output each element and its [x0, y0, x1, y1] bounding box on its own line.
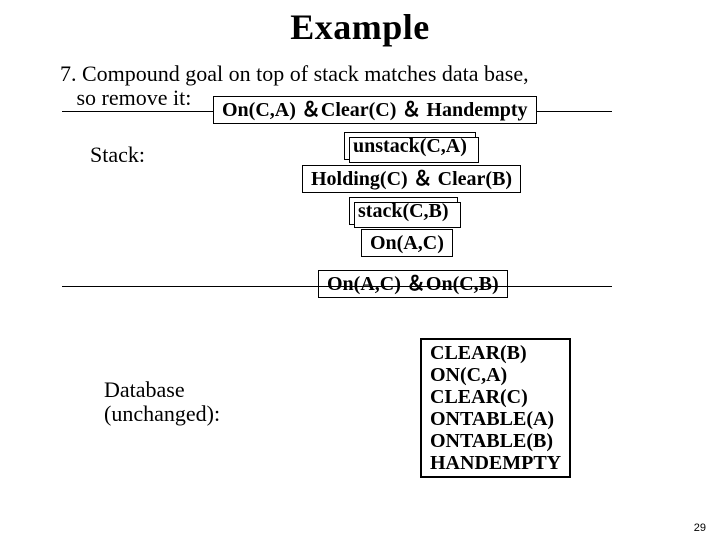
- database-label-line1: Database: [104, 377, 185, 402]
- db-row: CLEAR(C): [430, 386, 561, 408]
- stack-item-holding: Holding(C) ＆ Clear(B): [302, 165, 521, 193]
- database-box: CLEAR(B) ON(C,A) CLEAR(C) ONTABLE(A) ONT…: [420, 338, 571, 478]
- db-row: HANDEMPTY: [430, 452, 561, 474]
- page-number: 29: [694, 522, 706, 534]
- stack-item-stackcb: stack(C,B): [349, 197, 458, 225]
- db-row: CLEAR(B): [430, 342, 561, 364]
- db-row: ONTABLE(A): [430, 408, 561, 430]
- divider-bottom: [62, 286, 612, 287]
- stack-item-onac: On(A,C): [361, 229, 453, 257]
- bullet-line2: so remove it:: [77, 85, 192, 110]
- slide-title: Example: [0, 0, 720, 48]
- stack-label: Stack:: [90, 142, 145, 168]
- stack-item-unstack: unstack(C,A): [344, 132, 476, 160]
- stack-item-goal: On(A,C) ＆On(C,B): [318, 270, 508, 298]
- bullet-number: 7.: [60, 61, 77, 86]
- db-row: ONTABLE(B): [430, 430, 561, 452]
- slide: Example 7. Compound goal on top of stack…: [0, 0, 720, 540]
- stack-item-conjunction-top: On(C,A) ＆Clear(C) ＆ Handempty: [213, 96, 537, 124]
- bullet-line1: Compound goal on top of stack matches da…: [82, 61, 529, 86]
- database-label: Database (unchanged):: [104, 378, 220, 426]
- database-label-line2: (unchanged):: [104, 401, 220, 426]
- db-row: ON(C,A): [430, 364, 561, 386]
